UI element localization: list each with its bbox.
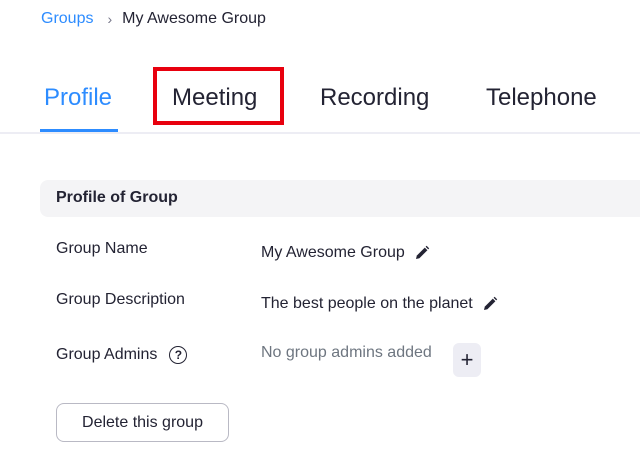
group-admins-label-row: Group Admins ?	[56, 346, 188, 364]
group-name-label: Group Name	[56, 240, 148, 257]
section-header: Profile of Group	[40, 180, 640, 217]
group-profile-page: Groups › My Awesome Group Profile Meetin…	[0, 0, 640, 457]
add-admin-button[interactable]: +	[453, 343, 481, 377]
group-name-value: My Awesome Group	[261, 244, 405, 261]
active-tab-indicator	[40, 129, 118, 132]
tab-bar: Profile Meeting Recording Telephone	[0, 72, 640, 134]
breadcrumb-groups-link[interactable]: Groups	[41, 10, 93, 28]
breadcrumb-current: My Awesome Group	[122, 10, 266, 27]
tab-telephone[interactable]: Telephone	[486, 84, 597, 112]
tab-profile[interactable]: Profile	[44, 84, 112, 112]
group-admins-value: No group admins added	[261, 344, 432, 361]
group-admins-label: Group Admins	[56, 346, 158, 363]
group-name-value-row: My Awesome Group	[261, 244, 430, 262]
meeting-tab-highlight	[153, 67, 284, 125]
pencil-icon[interactable]	[414, 245, 430, 261]
group-description-label: Group Description	[56, 291, 185, 308]
section-title: Profile of Group	[56, 189, 178, 206]
tab-recording[interactable]: Recording	[320, 84, 429, 112]
group-description-value: The best people on the planet	[261, 295, 473, 312]
pencil-icon[interactable]	[482, 296, 498, 312]
breadcrumb: Groups › My Awesome Group	[41, 10, 266, 28]
delete-group-button[interactable]: Delete this group	[56, 403, 229, 442]
chevron-right-icon: ›	[107, 11, 113, 27]
help-icon[interactable]: ?	[169, 346, 188, 364]
group-description-value-row: The best people on the planet	[261, 295, 498, 313]
